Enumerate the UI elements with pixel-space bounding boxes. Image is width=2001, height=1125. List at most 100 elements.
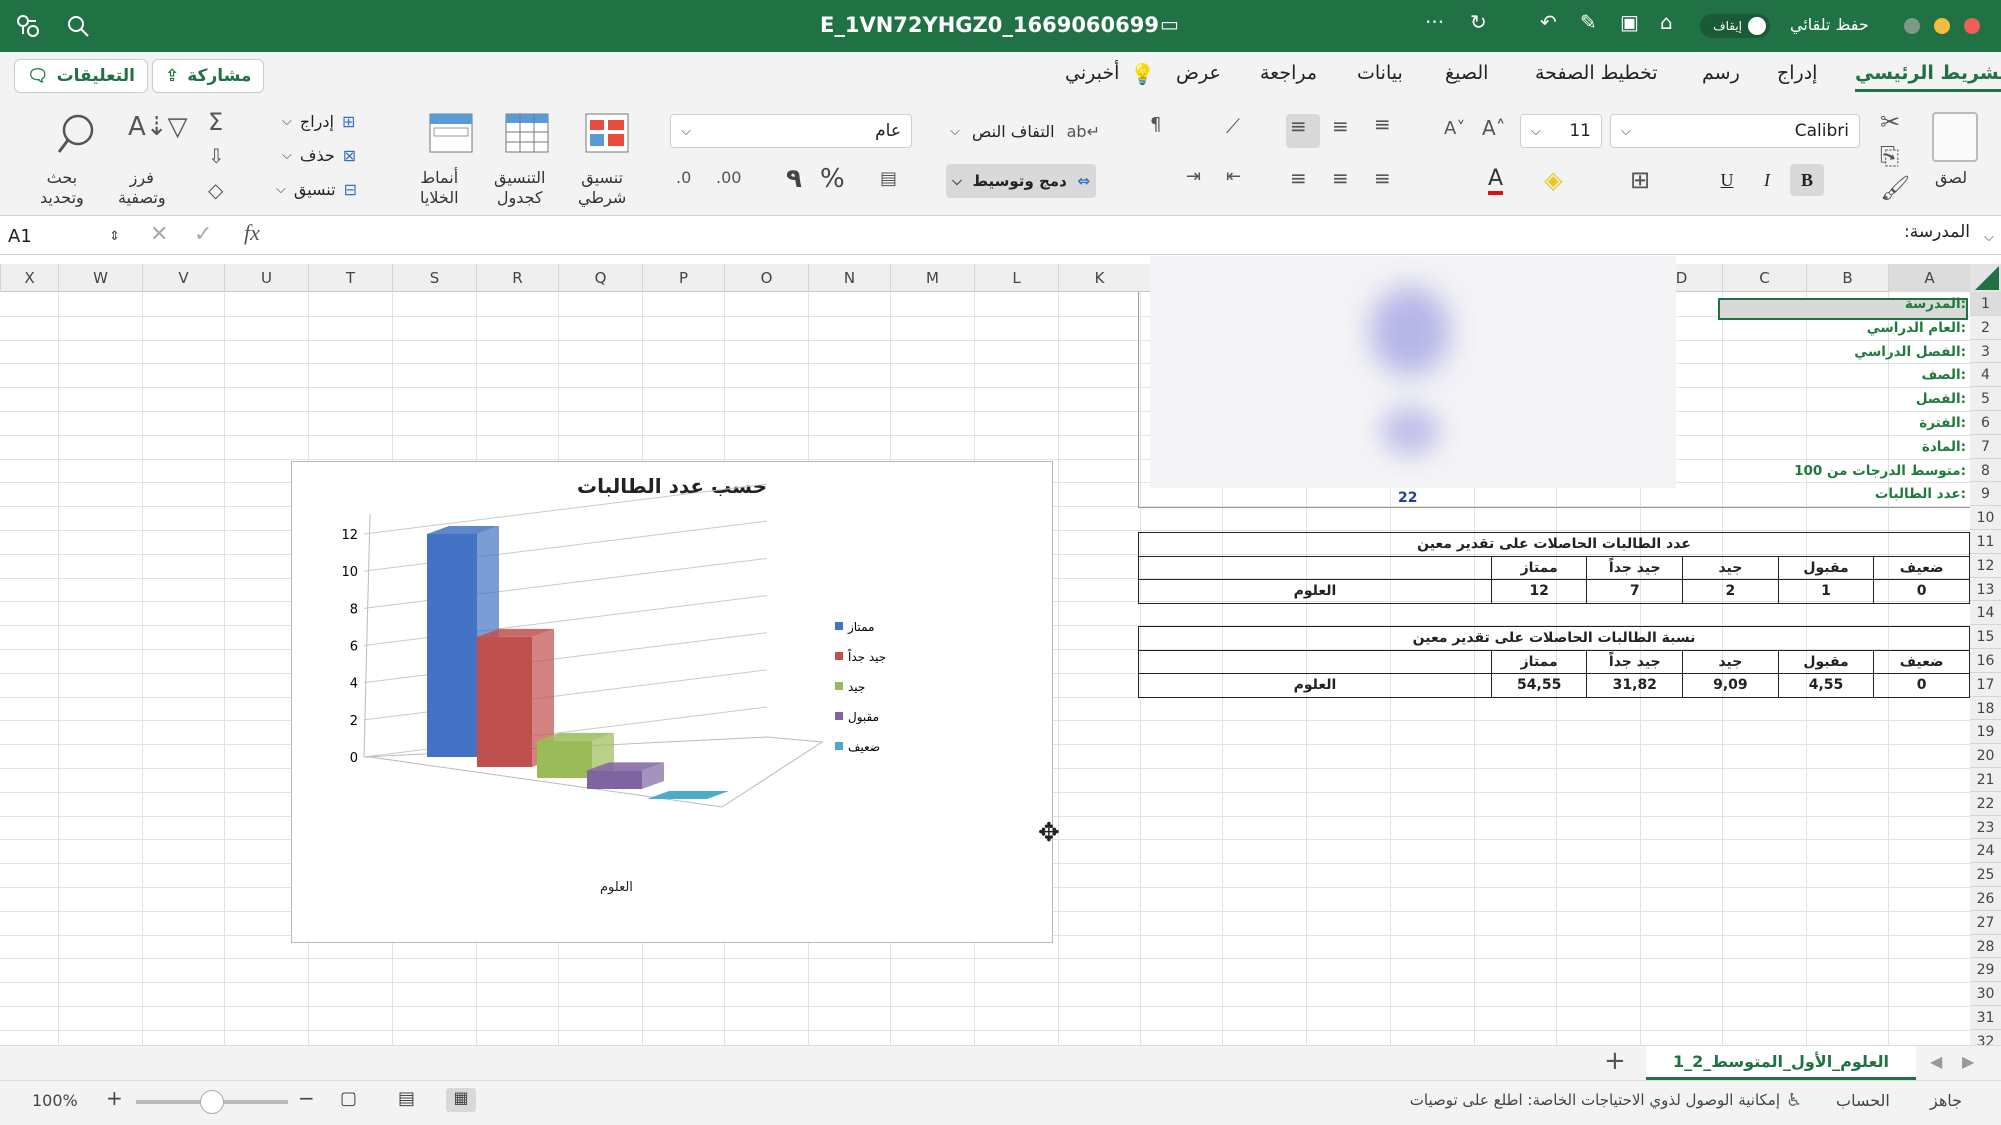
tab-home[interactable]: الشريط الرئيسي xyxy=(1855,62,2001,92)
align-left-icon[interactable]: ≡ xyxy=(1374,166,1391,190)
tab-insert[interactable]: إدراج xyxy=(1777,62,1817,84)
select-all-corner[interactable] xyxy=(1970,264,2001,292)
insert-function-button[interactable]: fx xyxy=(244,220,260,246)
col-header-p[interactable]: P xyxy=(642,264,724,292)
zoom-out-button[interactable]: − xyxy=(298,1086,315,1110)
orientation-icon[interactable]: ⟋ xyxy=(1226,114,1240,138)
window-close-button[interactable] xyxy=(1964,18,1980,34)
delete-cells-button[interactable]: ⌵ حذف ⊠ xyxy=(282,146,356,165)
col-header-x[interactable]: X xyxy=(0,264,58,292)
increase-decimal-icon[interactable]: .00 xyxy=(716,168,741,187)
col-header-c[interactable]: C xyxy=(1722,264,1806,292)
col-header-s[interactable]: S xyxy=(392,264,476,292)
row-header[interactable]: 21 xyxy=(1970,768,2001,792)
app-menu-icon[interactable] xyxy=(14,12,42,40)
format-as-table-icon[interactable] xyxy=(504,112,550,156)
fill-icon[interactable]: ⇩ xyxy=(208,144,225,168)
insert-cells-button[interactable]: ⌵ إدراج ⊞ xyxy=(282,112,355,131)
add-sheet-button[interactable]: + xyxy=(1604,1046,1626,1076)
format-painter-icon[interactable]: 🖌 xyxy=(1880,174,1910,202)
row-header[interactable]: 23 xyxy=(1970,815,2001,840)
merge-center-button[interactable]: ⌵ دمج وتوسيط ⇔ xyxy=(946,164,1096,198)
redo-icon[interactable]: ↻ xyxy=(1470,10,1487,34)
col-header-q[interactable]: Q xyxy=(558,264,642,292)
zoom-level[interactable]: 100% xyxy=(32,1091,78,1110)
col-header-l[interactable]: L xyxy=(974,264,1058,292)
wrap-text-button[interactable]: ⌵ التفاف النص ab↵ xyxy=(950,114,1100,148)
row-header[interactable]: 7 xyxy=(1970,434,2001,459)
row-header[interactable]: 19 xyxy=(1970,720,2001,745)
row-header[interactable]: 5 xyxy=(1970,387,2001,411)
row-header[interactable]: 10 xyxy=(1970,506,2001,530)
row-header[interactable]: 3 xyxy=(1970,339,2001,364)
col-header-o[interactable]: O xyxy=(724,264,808,292)
expand-formula-icon[interactable]: ⌵ xyxy=(1984,230,1994,245)
underline-button[interactable]: U xyxy=(1712,164,1742,196)
row-header[interactable]: 31 xyxy=(1970,1006,2001,1030)
number-format-select[interactable]: ⌵ عام xyxy=(670,114,912,148)
enter-icon[interactable]: ✓ xyxy=(194,222,212,247)
increase-indent-icon[interactable]: ⇥ xyxy=(1186,166,1201,187)
col-header-r[interactable]: R xyxy=(476,264,558,292)
page-break-view-icon[interactable]: ▢ xyxy=(340,1088,357,1109)
search-icon[interactable] xyxy=(66,14,90,38)
row-header[interactable]: 25 xyxy=(1970,863,2001,887)
chart-area[interactable]: حسب عدد الطالبات 0 2 4 6 8 10 12 ممتاز جيد جداً… xyxy=(291,461,1053,943)
row-header[interactable]: 8 xyxy=(1970,458,2001,483)
window-minimize-button[interactable] xyxy=(1934,18,1950,34)
find-select-icon[interactable] xyxy=(56,112,96,156)
col-header-a[interactable]: A xyxy=(1888,264,1970,292)
row-header[interactable]: 22 xyxy=(1970,791,2001,816)
sheet-tab-active[interactable]: العلوم_الأول_المتوسط_2_1 xyxy=(1646,1046,1916,1080)
row-header[interactable]: 4 xyxy=(1970,363,2001,388)
scroll-right-icon[interactable]: ▶ xyxy=(1962,1052,1974,1071)
undo-icon[interactable]: ↶ xyxy=(1540,10,1557,34)
accounting-icon[interactable]: ▤ xyxy=(880,168,897,189)
copy-icon[interactable]: ⎘ xyxy=(1880,142,1899,170)
tab-data[interactable]: بيانات xyxy=(1357,62,1403,84)
paste-icon[interactable] xyxy=(1932,112,1978,162)
row-header[interactable]: 14 xyxy=(1970,601,2001,626)
more-icon[interactable]: ··· xyxy=(1425,10,1444,34)
col-header-n[interactable]: N xyxy=(808,264,890,292)
cell-styles-icon[interactable] xyxy=(428,112,474,156)
row-header[interactable]: 24 xyxy=(1970,839,2001,864)
row-header[interactable]: 20 xyxy=(1970,744,2001,768)
italic-button[interactable]: I xyxy=(1752,164,1782,196)
col-header-b[interactable]: B xyxy=(1806,264,1888,292)
row-header[interactable]: 13 xyxy=(1970,577,2001,602)
accessibility-icon[interactable]: ♿ xyxy=(1786,1090,1802,1111)
col-header-m[interactable]: M xyxy=(890,264,974,292)
row-header[interactable]: 11 xyxy=(1970,530,2001,554)
row-header[interactable]: 12 xyxy=(1970,553,2001,578)
tab-tell-me[interactable]: أخبرني xyxy=(1065,62,1119,84)
zoom-slider-thumb[interactable] xyxy=(200,1090,224,1114)
tab-page-layout[interactable]: تخطيط الصفحة xyxy=(1535,62,1658,84)
comma-button[interactable]: ٩ xyxy=(786,164,802,194)
row-header[interactable]: 18 xyxy=(1970,696,2001,721)
cut-icon[interactable]: ✂ xyxy=(1880,108,1900,136)
edit-icon[interactable]: ✎ xyxy=(1580,10,1597,34)
fill-color-icon[interactable]: ◈ xyxy=(1544,166,1562,194)
font-name-select[interactable]: ⌵ Calibri xyxy=(1610,114,1860,148)
increase-font-icon[interactable]: A˄ xyxy=(1482,116,1506,140)
font-color-icon[interactable]: A xyxy=(1488,166,1504,195)
decrease-font-icon[interactable]: A˅ xyxy=(1444,118,1465,139)
conditional-format-label[interactable]: تنسيق شرطي xyxy=(578,168,626,208)
format-cells-button[interactable]: ⌵ تنسيق ⊟ xyxy=(276,180,357,199)
tab-formulas[interactable]: الصيغ xyxy=(1445,62,1488,84)
window-zoom-button[interactable] xyxy=(1904,18,1920,34)
bold-button[interactable]: B xyxy=(1790,164,1824,196)
status-accessibility[interactable]: إمكانية الوصول لذوي الاحتياجات الخاصة: ا… xyxy=(1340,1091,1780,1109)
zoom-in-button[interactable]: + xyxy=(106,1086,123,1110)
borders-icon[interactable]: ⊞ xyxy=(1630,166,1650,194)
align-center-icon[interactable]: ≡ xyxy=(1332,166,1349,190)
row-header[interactable]: 2 xyxy=(1970,315,2001,340)
row-header[interactable]: 26 xyxy=(1970,887,2001,911)
format-as-table-label[interactable]: التنسيق كجدول xyxy=(494,168,545,208)
col-header-w[interactable]: W xyxy=(58,264,142,292)
conditional-format-icon[interactable] xyxy=(584,112,630,156)
decrease-indent-icon[interactable]: ⇤ xyxy=(1226,166,1241,187)
scroll-left-icon[interactable]: ◀ xyxy=(1930,1052,1942,1071)
col-header-t[interactable]: T xyxy=(308,264,392,292)
